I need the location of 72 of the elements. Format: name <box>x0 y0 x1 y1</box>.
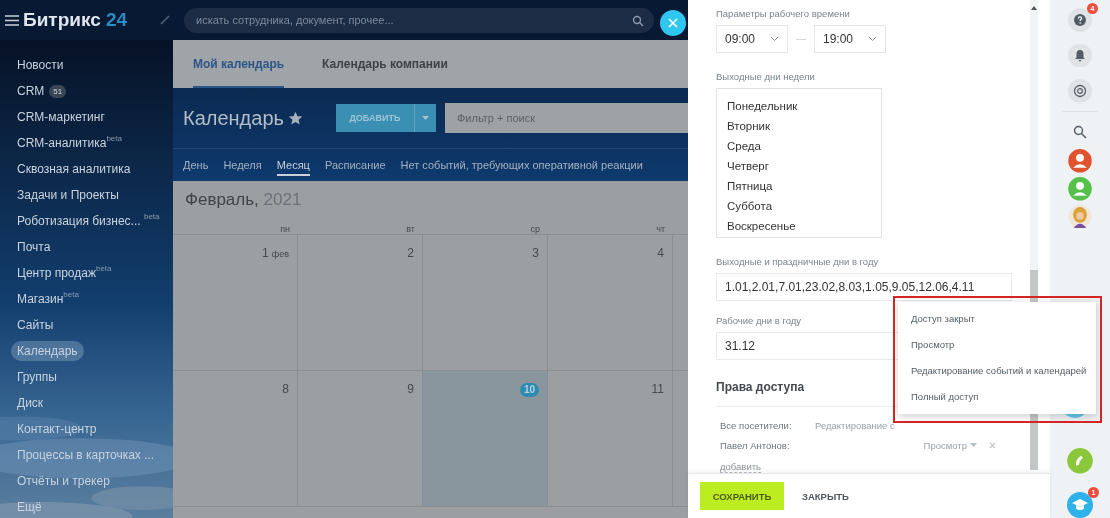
day-cell[interactable]: 8 <box>173 371 298 506</box>
user-avatar[interactable] <box>1068 149 1092 173</box>
user-avatar[interactable] <box>1068 204 1092 229</box>
view-tab[interactable]: Неделя <box>223 154 262 176</box>
chevron-down-icon <box>770 36 779 42</box>
holidays-field[interactable]: 1.01,2.01,7.01,23.02,8.03,1.05,9.05,12.06,4.11 <box>716 273 1012 301</box>
graduation-cap-icon[interactable] <box>1067 492 1093 518</box>
field-label: Рабочие дни в году <box>716 315 802 326</box>
list-option[interactable]: Суббота <box>727 196 881 216</box>
field-label: Выходные и праздничные дни в году <box>716 256 879 267</box>
list-option[interactable]: Понедельник <box>727 96 881 116</box>
sidebar-item[interactable]: Группы <box>11 364 63 390</box>
day-number: 8 <box>282 382 289 396</box>
close-icon <box>668 18 678 28</box>
list-option[interactable]: Пятница <box>727 176 881 196</box>
day-number: 9 <box>407 382 414 396</box>
day-number: 11 <box>651 382 664 396</box>
close-button[interactable]: ЗАКРЫТЬ <box>796 489 855 503</box>
notice-link[interactable]: Нет событий, требующих оперативной реакции <box>400 154 643 176</box>
scroll-up-arrow-icon[interactable] <box>1031 6 1037 10</box>
sidebar-item[interactable]: CRM 51 <box>11 78 73 104</box>
menu-icon[interactable] <box>5 14 19 26</box>
day-number: 2 <box>407 246 414 260</box>
field-label: Выходные дни недели <box>716 71 815 82</box>
view-tab[interactable]: Месяц <box>276 154 310 176</box>
end-time-select[interactable]: 19:00 <box>814 25 886 53</box>
sidebar-item[interactable]: Центр продаж$^{beta}$ <box>11 260 118 286</box>
weekday-label: вт <box>405 224 416 234</box>
start-time-select[interactable]: 09:00 <box>716 25 788 53</box>
filter-field[interactable]: Фильтр + поиск <box>444 103 688 133</box>
logo[interactable]: Битрикс 24 <box>23 9 148 31</box>
star-icon[interactable] <box>287 110 303 126</box>
sidebar-item[interactable]: Магазин$^{beta}$ <box>11 286 85 312</box>
sidebar-item[interactable]: Диск <box>11 390 50 416</box>
weekday-label: ср <box>529 224 541 234</box>
search-field[interactable]: искать сотрудника, документ, прочее... <box>184 7 654 33</box>
search-icon[interactable] <box>632 14 644 27</box>
view-tab[interactable]: День <box>183 154 209 176</box>
list-option[interactable]: Вторник <box>727 116 881 136</box>
menu-item[interactable]: Доступ закрыт <box>898 306 1096 332</box>
user-name: Павел Антонов: <box>720 439 791 451</box>
sidebar-item[interactable]: CRM-маркетинг <box>11 104 111 130</box>
sidebar-item[interactable]: Роботизация бизнес... $^{beta}$ <box>11 208 166 234</box>
user-name: Все посетители: <box>720 419 793 431</box>
sidebar-item[interactable]: CRM-аналитика$^{beta}$ <box>11 130 128 156</box>
day-number: 3 <box>532 246 539 260</box>
sidebar-item[interactable]: Сквозная аналитика <box>11 156 137 182</box>
caret-icon <box>970 443 977 447</box>
sidebar-item[interactable]: Задачи и Проекты <box>11 182 125 208</box>
sidebar-item[interactable]: Почта <box>11 234 57 260</box>
save-button[interactable]: СОХРАНИТЬ <box>700 482 784 510</box>
chevron-down-icon <box>868 36 877 42</box>
caret-icon <box>421 115 429 121</box>
view-tab[interactable]: Расписание <box>324 154 386 176</box>
list-option[interactable]: Среда <box>727 136 881 156</box>
pencil-icon[interactable] <box>160 15 170 25</box>
chat-icon[interactable] <box>1068 79 1092 103</box>
list-option[interactable]: Воскресенье <box>727 216 881 236</box>
day-number: 4 <box>657 246 664 260</box>
page-title: Календарь <box>183 106 284 130</box>
bell-icon[interactable] <box>1068 43 1092 68</box>
list-option[interactable]: Четверг <box>727 156 881 176</box>
help-icon[interactable] <box>1074 13 1086 26</box>
field-label: Параметры рабочего времени <box>716 8 850 19</box>
day-number: 10 <box>519 383 539 397</box>
weekday-label: чт <box>655 224 666 234</box>
weekday-label: пн <box>279 224 291 234</box>
sidebar-item[interactable]: Сайты <box>11 312 60 338</box>
tab[interactable]: Календарь компании <box>322 40 448 88</box>
sidebar-item[interactable]: Новости <box>11 52 70 78</box>
day-number: 1 фев <box>262 246 289 260</box>
day-cell[interactable]: 1 фев <box>173 235 298 370</box>
